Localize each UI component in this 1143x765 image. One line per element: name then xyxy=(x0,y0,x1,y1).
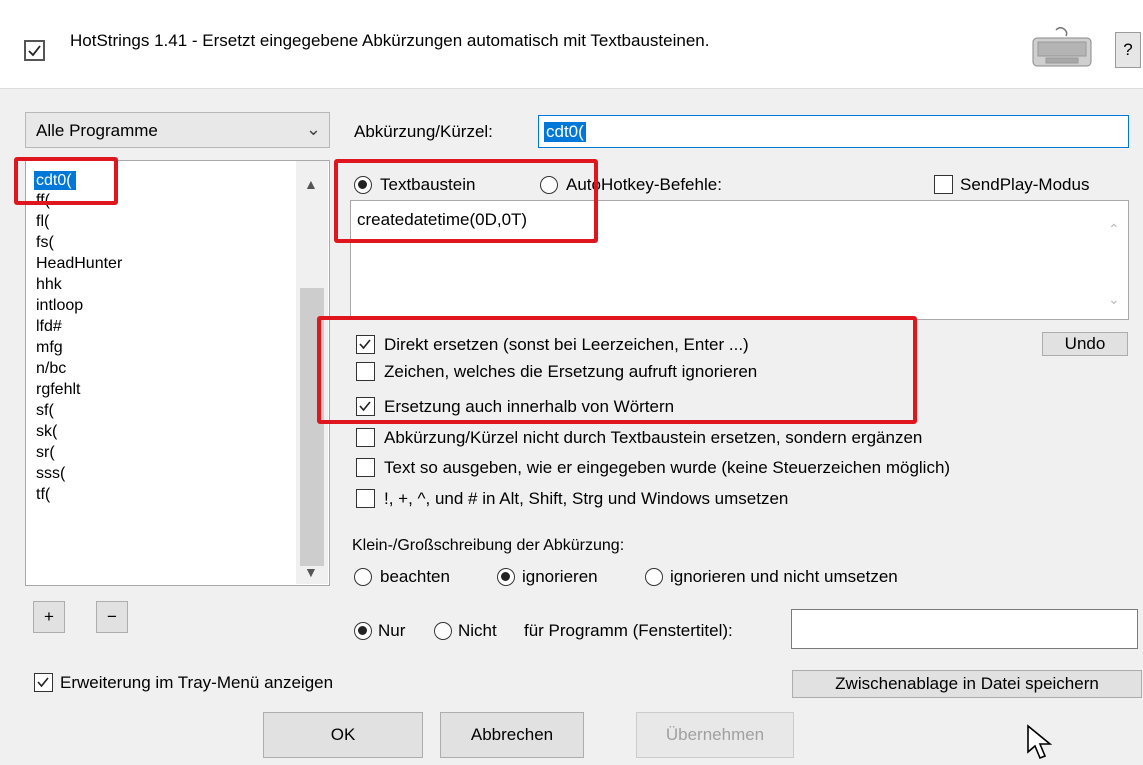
tray-menu-checkbox[interactable] xyxy=(34,673,53,692)
list-item[interactable]: sk( xyxy=(36,422,57,441)
cancel-button[interactable]: Abbrechen xyxy=(440,712,584,758)
scroll-up-icon: ⌃ xyxy=(1108,221,1120,237)
help-button[interactable]: ? xyxy=(1115,32,1141,68)
save-clipboard-button[interactable]: Zwischenablage in Datei speichern xyxy=(792,670,1142,698)
tray-menu-label: Erweiterung im Tray-Menü anzeigen xyxy=(60,673,334,692)
list-item[interactable]: n/bc xyxy=(36,359,66,378)
program-title-label: für Programm (Fenstertitel): xyxy=(524,621,733,640)
list-item[interactable]: hhk xyxy=(36,275,62,294)
option-modifier-convert-checkbox[interactable] xyxy=(356,489,375,508)
option-modifier-convert-label: !, +, ^, und # in Alt, Shift, Strg und W… xyxy=(384,489,789,508)
highlight-box-options xyxy=(317,316,917,424)
list-item[interactable]: tf( xyxy=(36,485,50,504)
program-title-input[interactable] xyxy=(791,609,1138,649)
add-button[interactable]: + xyxy=(33,601,65,633)
radio-case-beachten-label: beachten xyxy=(380,567,450,586)
highlight-box-textbaustein xyxy=(334,159,598,243)
radio-case-ignore-no-convert-label: ignorieren und nicht umsetzen xyxy=(670,567,898,586)
dialog-title: HotStrings 1.41 - Ersetzt eingegebene Ab… xyxy=(70,31,710,50)
scroll-up-icon[interactable]: ▲ xyxy=(304,176,318,192)
list-item[interactable]: intloop xyxy=(36,296,83,315)
list-item[interactable]: sf( xyxy=(36,401,54,420)
scroll-down-icon[interactable]: ▼ xyxy=(304,564,318,580)
radio-case-ignorieren[interactable] xyxy=(497,568,515,586)
radio-case-beachten[interactable] xyxy=(354,568,372,586)
chevron-down-icon: ⌄ xyxy=(305,119,321,139)
sendplay-checkbox[interactable] xyxy=(934,175,953,194)
list-item[interactable]: sss( xyxy=(36,464,65,483)
list-item[interactable]: rgfehlt xyxy=(36,380,80,399)
list-item[interactable]: mfg xyxy=(36,338,63,357)
remove-button[interactable]: − xyxy=(96,601,128,633)
case-label: Klein-/Großschreibung der Abkürzung: xyxy=(352,537,625,554)
radio-scope-nicht-label: Nicht xyxy=(458,621,497,640)
option-raw-output-checkbox[interactable] xyxy=(356,458,375,477)
abbreviation-value: cdt0( xyxy=(544,122,586,142)
mouse-cursor-icon xyxy=(1026,724,1056,765)
list-item[interactable]: fl( xyxy=(36,212,49,231)
option-raw-output-label: Text so ausgeben, wie er eingegeben wurd… xyxy=(384,458,951,477)
radio-case-ignore-no-convert[interactable] xyxy=(645,568,663,586)
abbreviation-label: Abkürzung/Kürzel: xyxy=(354,122,493,141)
ok-button[interactable]: OK xyxy=(263,712,423,758)
keyboard-icon[interactable] xyxy=(1030,26,1094,70)
undo-button[interactable]: Undo xyxy=(1042,332,1128,356)
radio-scope-nur[interactable] xyxy=(354,622,372,640)
radio-scope-nur-label: Nur xyxy=(378,621,406,640)
program-filter-value: Alle Programme xyxy=(36,121,158,140)
scroll-down-icon: ⌄ xyxy=(1108,291,1120,307)
option-append-checkbox[interactable] xyxy=(356,428,375,447)
list-item[interactable]: lfd# xyxy=(36,317,62,336)
apply-button[interactable]: Übernehmen xyxy=(636,712,794,758)
sendplay-label: SendPlay-Modus xyxy=(960,175,1090,194)
hotstring-list[interactable]: cdt0( ff( fl( fs( HeadHunter hhk intloop… xyxy=(25,160,330,586)
program-filter-dropdown[interactable]: Alle Programme ⌄ xyxy=(25,112,330,148)
enable-hotstrings-checkbox[interactable] xyxy=(24,40,45,61)
highlight-box-list-item xyxy=(14,157,118,205)
list-item[interactable]: sr( xyxy=(36,443,55,462)
list-item[interactable]: HeadHunter xyxy=(36,254,122,273)
radio-case-ignorieren-label: ignorieren xyxy=(522,567,598,586)
abbreviation-input[interactable]: cdt0( xyxy=(538,115,1129,148)
list-item[interactable]: fs( xyxy=(36,233,54,252)
radio-scope-nicht[interactable] xyxy=(434,622,452,640)
option-append-label: Abkürzung/Kürzel nicht durch Textbaustei… xyxy=(384,428,923,447)
